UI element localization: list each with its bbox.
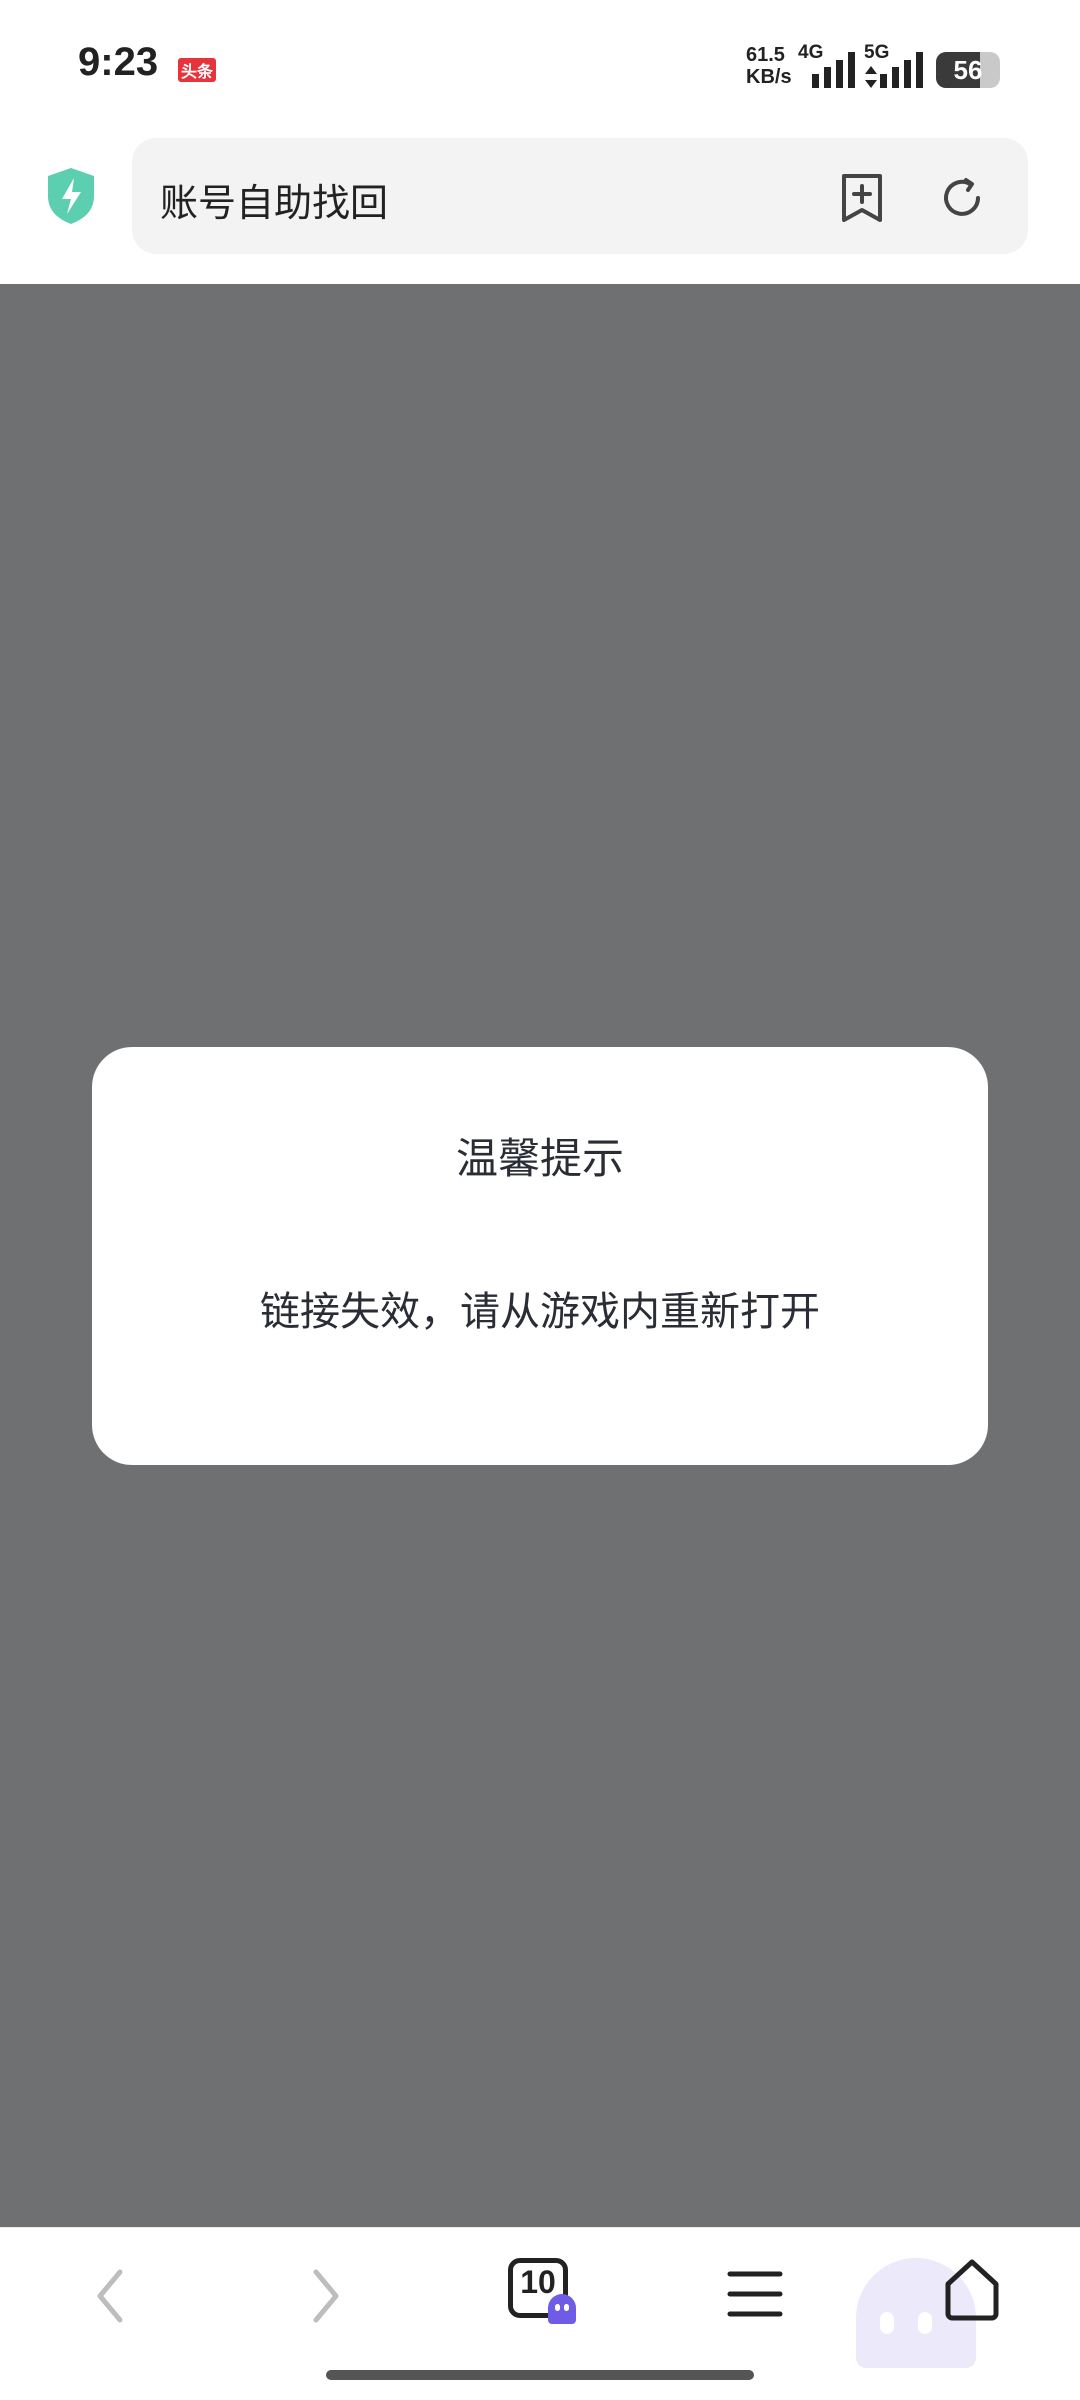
signal-strength-icon [812,52,855,88]
browser-address-area: 账号自助找回 [0,136,1080,284]
chevron-left-icon[interactable] [86,2260,134,2332]
home-icon[interactable] [940,2256,1004,2322]
menu-icon[interactable] [726,2268,784,2320]
dialog-message: 链接失效，请从游戏内重新打开 [260,1289,820,1335]
network-speed-value: 61.5 [746,44,785,66]
status-time: 9:23 [78,40,159,84]
status-bar: 9:23 头条 61.5 KB/s 4G 5G 56 [0,0,1080,136]
network-speed: 61.5 KB/s [746,44,792,88]
data-transfer-icon [865,66,877,88]
toutiao-badge-icon: 头条 [178,58,216,82]
battery-level: 56 [953,54,983,85]
tabs-button[interactable]: 10 [508,2258,576,2324]
shield-bolt-icon[interactable] [44,166,98,226]
network-speed-unit: KB/s [746,66,792,88]
address-bar[interactable]: 账号自助找回 [132,138,1028,254]
add-bookmark-icon[interactable] [838,172,886,224]
web-content-overlay[interactable]: 温馨提示 链接失效，请从游戏内重新打开 [0,284,1080,2227]
battery-icon: 56 [936,52,1000,88]
signal-strength-5g-icon [880,52,923,88]
page-title[interactable]: 账号自助找回 [160,172,388,227]
incognito-ghost-icon [548,2294,576,2324]
gesture-home-indicator[interactable] [326,2370,754,2380]
chevron-right-icon[interactable] [302,2260,350,2332]
refresh-icon[interactable] [938,174,986,222]
dialog-title: 温馨提示 [455,1134,624,1183]
alert-dialog: 温馨提示 链接失效，请从游戏内重新打开 [92,1047,988,1465]
